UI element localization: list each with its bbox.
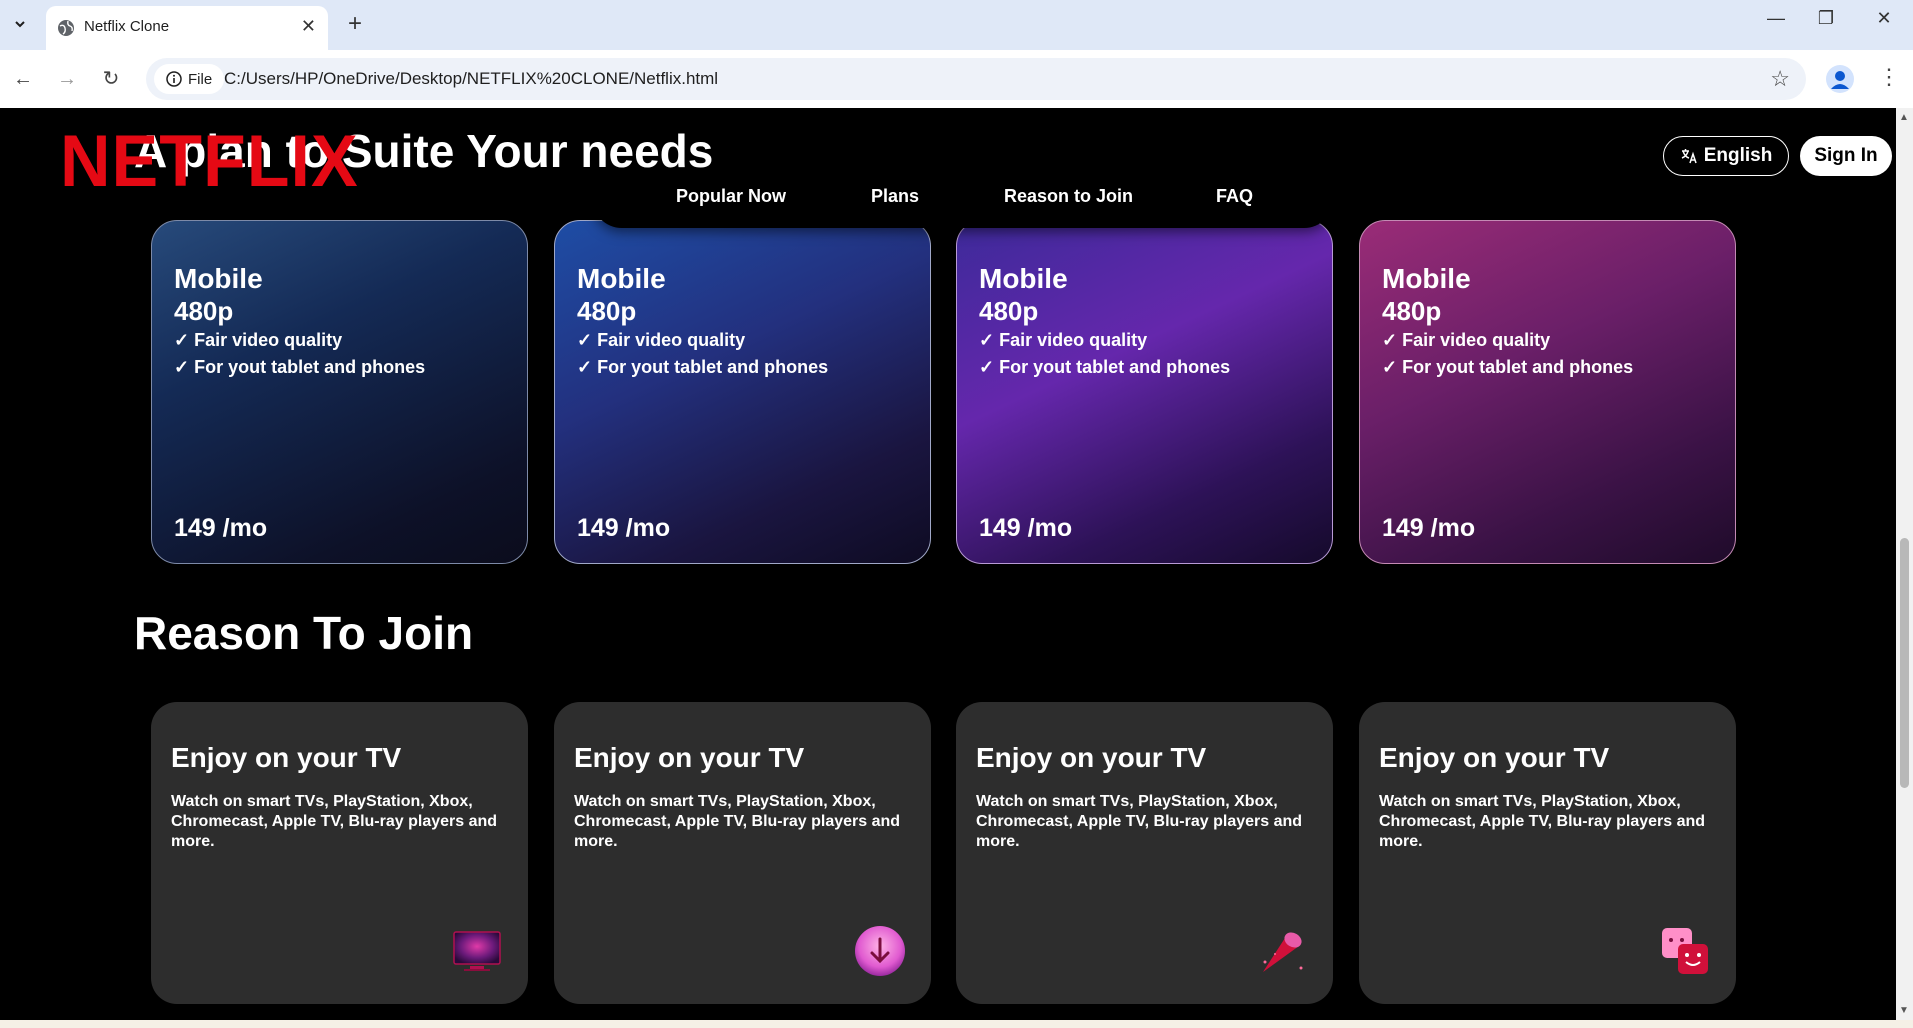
- browser-tab-bar: Netflix Clone ✕ + — ❐ ✕: [0, 0, 1913, 50]
- minimize-icon[interactable]: —: [1756, 8, 1796, 29]
- plan-feature: ✓ Fair video quality: [1382, 330, 1551, 350]
- reason-heading: Reason To Join: [134, 607, 474, 659]
- plan-feature: ✓ For yout tablet and phones: [1382, 357, 1634, 377]
- language-label: English: [1703, 145, 1773, 166]
- netflix-logo[interactable]: NETFLIX: [60, 124, 359, 198]
- reasons-row: Enjoy on your TV Watch on smart TVs, Pla…: [151, 702, 1736, 1006]
- reason-text: Watch on smart TVs, PlayStation, Xbox, C…: [1379, 793, 1706, 850]
- translate-icon: [1681, 149, 1697, 164]
- menu-kebab-icon[interactable]: ⋮: [1878, 64, 1900, 90]
- nav-reason-to-join[interactable]: Reason to Join: [1004, 186, 1133, 207]
- plan-card[interactable]: Mobile 480p ✓ Fair video quality ✓ For y…: [151, 220, 528, 564]
- bottom-strip: [0, 1020, 1913, 1028]
- plan-card[interactable]: Mobile 480p ✓ Fair video quality ✓ For y…: [1359, 220, 1736, 564]
- scroll-up-icon[interactable]: ▲: [1899, 112, 1909, 123]
- reason-title: Enjoy on your TV: [171, 742, 402, 773]
- plan-price: 149 /mo: [577, 514, 671, 542]
- profile-avatar-icon[interactable]: [1826, 65, 1854, 93]
- plan-card[interactable]: Mobile 480p ✓ Fair video quality ✓ For y…: [554, 220, 931, 564]
- reason-text: Watch on smart TVs, PlayStation, Xbox, C…: [976, 793, 1303, 850]
- plan-feature: ✓ For yout tablet and phones: [174, 357, 426, 377]
- window-close-icon[interactable]: ✕: [1864, 8, 1904, 29]
- globe-icon: [58, 20, 74, 36]
- download-icon: [855, 926, 905, 976]
- nav-plans[interactable]: Plans: [871, 186, 919, 207]
- reason-text: Watch on smart TVs, PlayStation, Xbox, C…: [171, 793, 498, 850]
- sign-in-button[interactable]: Sign In: [1800, 136, 1892, 176]
- nav-popular-now[interactable]: Popular Now: [676, 186, 786, 207]
- plan-resolution: 480p: [577, 296, 637, 326]
- bookmark-star-icon[interactable]: ☆: [1770, 66, 1790, 92]
- plan-resolution: 480p: [174, 296, 234, 326]
- reload-icon[interactable]: ↻: [98, 66, 124, 92]
- page-viewport: A plan to Suite Your needs NETFLIX Engli…: [0, 108, 1896, 1020]
- reason-title: Enjoy on your TV: [574, 742, 805, 773]
- telescope-icon: [1263, 932, 1303, 972]
- plan-name: Mobile: [577, 263, 666, 294]
- plan-feature: ✓ Fair video quality: [979, 330, 1148, 350]
- plan-name: Mobile: [1382, 263, 1471, 294]
- reason-card: Enjoy on your TV Watch on smart TVs, Pla…: [554, 702, 931, 1004]
- scrollbar-thumb[interactable]: [1900, 538, 1909, 788]
- reason-title: Enjoy on your TV: [1379, 742, 1610, 773]
- plan-feature: ✓ Fair video quality: [577, 330, 746, 350]
- forward-arrow-icon[interactable]: →: [54, 66, 80, 92]
- plan-resolution: 480p: [1382, 296, 1442, 326]
- info-icon: [166, 71, 182, 87]
- tab-list-button[interactable]: [8, 12, 32, 36]
- plan-resolution: 480p: [979, 296, 1039, 326]
- address-bar[interactable]: File C:/Users/HP/OneDrive/Desktop/NETFLI…: [146, 58, 1806, 100]
- plan-price: 149 /mo: [174, 514, 268, 542]
- chip-label: File: [188, 70, 213, 88]
- plan-price: 149 /mo: [979, 514, 1073, 542]
- url-text[interactable]: C:/Users/HP/OneDrive/Desktop/NETFLIX%20C…: [224, 69, 718, 89]
- profiles-icon: [1662, 928, 1708, 974]
- chevron-down-icon: [15, 21, 25, 28]
- tab-title: Netflix Clone: [84, 18, 170, 35]
- new-tab-button[interactable]: +: [348, 10, 362, 38]
- language-button[interactable]: English: [1663, 136, 1789, 176]
- reason-text: Watch on smart TVs, PlayStation, Xbox, C…: [574, 793, 901, 850]
- restore-icon[interactable]: ❐: [1806, 8, 1846, 29]
- scroll-down-icon[interactable]: ▼: [1899, 1005, 1909, 1016]
- section-nav: Popular Now Plans Reason to Join FAQ: [592, 172, 1334, 228]
- reason-card: Enjoy on your TV Watch on smart TVs, Pla…: [956, 702, 1333, 1004]
- browser-tab[interactable]: Netflix Clone ✕: [46, 6, 328, 50]
- nav-faq[interactable]: FAQ: [1216, 186, 1253, 207]
- back-arrow-icon[interactable]: ←: [10, 66, 36, 92]
- plans-row: Mobile 480p ✓ Fair video quality ✓ For y…: [151, 220, 1736, 566]
- site-info-chip[interactable]: File: [154, 64, 225, 94]
- close-tab-icon[interactable]: ✕: [301, 16, 316, 37]
- tv-icon: [453, 931, 501, 971]
- page-scrollbar[interactable]: ▲ ▼: [1896, 108, 1913, 1020]
- plan-feature: ✓ Fair video quality: [174, 330, 343, 350]
- reason-card: Enjoy on your TV Watch on smart TVs, Pla…: [151, 702, 528, 1004]
- plan-card[interactable]: Mobile 480p ✓ Fair video quality ✓ For y…: [956, 220, 1333, 564]
- reason-title: Enjoy on your TV: [976, 742, 1207, 773]
- reason-card: Enjoy on your TV Watch on smart TVs, Pla…: [1359, 702, 1736, 1004]
- plan-price: 149 /mo: [1382, 514, 1476, 542]
- plan-name: Mobile: [979, 263, 1068, 294]
- plan-name: Mobile: [174, 263, 263, 294]
- plan-feature: ✓ For yout tablet and phones: [577, 357, 829, 377]
- plan-feature: ✓ For yout tablet and phones: [979, 357, 1231, 377]
- browser-toolbar: ← → ↻ File C:/Users/HP/OneDrive/Desktop/…: [0, 50, 1913, 109]
